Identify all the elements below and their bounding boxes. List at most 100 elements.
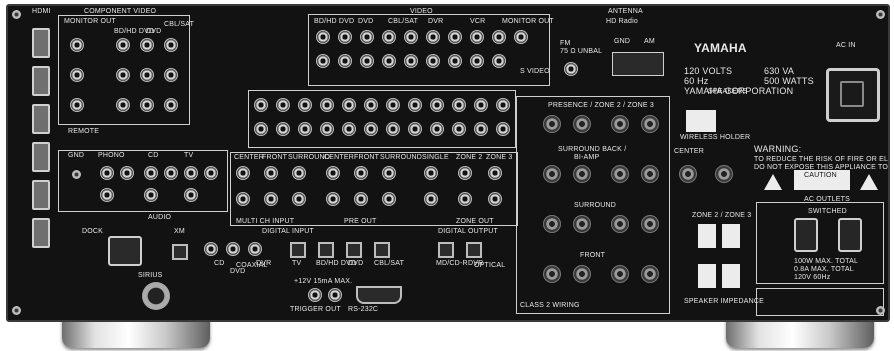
am-antenna-terminal: [612, 52, 664, 76]
cd-label: CD: [148, 152, 159, 159]
hdmi-port: [32, 218, 50, 248]
rca-jack: [326, 166, 340, 180]
digital-output-source-label: MD/CD-R: [436, 260, 468, 267]
rca-jack: [184, 188, 198, 202]
rca-jack: [298, 98, 312, 112]
zone-speaker-terminal: [698, 264, 716, 288]
rca-jack: [140, 98, 154, 112]
fm-antenna-jack: [564, 62, 578, 76]
ac-in-label: AC IN: [836, 42, 856, 49]
speaker-binding-post: [640, 214, 660, 234]
coaxial-jack: [204, 242, 218, 256]
video-input-label: VCR: [470, 18, 486, 25]
video-input-label: MONITOR OUT: [502, 18, 554, 25]
wireless-holder-plate: [686, 110, 716, 132]
coaxial-jack: [248, 242, 262, 256]
video-input-label: BD/HD DVD: [314, 18, 355, 25]
chassis-screw: [12, 306, 21, 315]
speaker-binding-post: [610, 164, 630, 184]
brand-logo-text: YAMAHA: [694, 41, 747, 55]
frequency-label: 60 Hz: [684, 76, 709, 86]
class2-wiring-label: CLASS 2 WIRING: [520, 302, 580, 309]
video-input-label: DVD: [358, 18, 374, 25]
pre-out-channel-label: FRONT: [354, 154, 380, 161]
pre-out-channel-label: CENTER: [324, 154, 354, 161]
fcc-notice-plate: [756, 288, 884, 316]
rca-jack: [120, 166, 134, 180]
caution-plate: CAUTION: [794, 170, 850, 190]
rca-jack: [426, 30, 440, 44]
rca-jack: [264, 192, 278, 206]
power-watt-label: 500 WATTS: [764, 76, 814, 86]
rca-jack: [496, 98, 510, 112]
speaker-binding-post: [610, 214, 630, 234]
rca-jack: [408, 98, 422, 112]
trigger-jack: [328, 288, 342, 302]
zone-2-3-label: ZONE 2 / ZONE 3: [692, 212, 752, 219]
rca-jack: [430, 98, 444, 112]
component-input-label: DVD: [146, 28, 162, 35]
rca-jack: [276, 122, 290, 136]
chassis-screw: [12, 10, 21, 19]
multi-ch-panel: [230, 152, 518, 226]
rca-jack: [144, 188, 158, 202]
outlet-rating-label: 100W MAX. TOTAL: [794, 258, 859, 265]
rca-jack: [470, 30, 484, 44]
xm-connector: [172, 244, 188, 260]
rca-jack: [342, 98, 356, 112]
front-label: FRONT: [580, 252, 606, 259]
speaker-binding-post: [572, 114, 592, 134]
rca-jack: [404, 54, 418, 68]
hdmi-port: [32, 180, 50, 210]
rs232c-port: [356, 286, 402, 304]
optical-input-label: CD: [214, 260, 225, 267]
fm-label: FM: [560, 40, 571, 47]
gnd-label: GND: [614, 38, 631, 45]
optical-port: [466, 242, 482, 258]
dock-label: DOCK: [82, 228, 104, 235]
rca-jack: [404, 30, 418, 44]
rca-jack: [140, 38, 154, 52]
surround-label: SURROUND: [574, 202, 617, 209]
digital-input-source-label: CBL/SAT: [374, 260, 405, 267]
speaker-binding-post: [678, 164, 698, 184]
receiver-rear-photo: HDMI COMPONENT VIDEO MONITOR OUT BD/HD D…: [0, 0, 894, 351]
zone-speaker-terminal: [722, 224, 740, 248]
rca-jack: [116, 38, 130, 52]
rca-jack: [320, 122, 334, 136]
speaker-binding-post: [610, 264, 630, 284]
rca-jack: [448, 30, 462, 44]
ground-terminal: [72, 170, 81, 179]
rca-jack: [458, 166, 472, 180]
rca-jack: [382, 192, 396, 206]
coaxial-jack: [226, 242, 240, 256]
shock-warning-icon: [764, 174, 782, 190]
rca-jack: [140, 68, 154, 82]
rs232c-label: RS-232C: [348, 306, 379, 313]
warning-text: TO REDUCE THE RISK OF FIRE OR ELECTRIC S…: [754, 156, 889, 163]
multi-ch-input-label: MULTI CH INPUT: [236, 218, 295, 225]
rca-jack: [360, 30, 374, 44]
remote-label: REMOTE: [68, 128, 100, 135]
rca-jack: [354, 192, 368, 206]
zone-out-label: ZONE OUT: [456, 218, 494, 225]
rca-jack: [364, 122, 378, 136]
zone-speaker-terminal: [722, 264, 740, 288]
rca-jack: [326, 192, 340, 206]
warning-title: WARNING:: [754, 144, 802, 154]
pre-out-channel-label: CENTER: [234, 154, 264, 161]
speaker-impedance-label: SPEAKER IMPEDANCE: [684, 298, 765, 305]
rca-jack: [474, 122, 488, 136]
speaker-binding-post: [572, 264, 592, 284]
outlet-rating-label: 120V 60Hz: [794, 274, 831, 281]
caution-warning-icon: [860, 174, 878, 190]
video-input-label: DVR: [428, 18, 444, 25]
rca-jack: [448, 54, 462, 68]
outlet-rating-label: 0.8A MAX. TOTAL: [794, 266, 854, 273]
speaker-binding-post: [640, 264, 660, 284]
rca-jack: [70, 98, 84, 112]
speaker-binding-post: [542, 214, 562, 234]
speaker-binding-post: [640, 164, 660, 184]
hdmi-port: [32, 104, 50, 134]
center-label: CENTER: [674, 148, 704, 155]
